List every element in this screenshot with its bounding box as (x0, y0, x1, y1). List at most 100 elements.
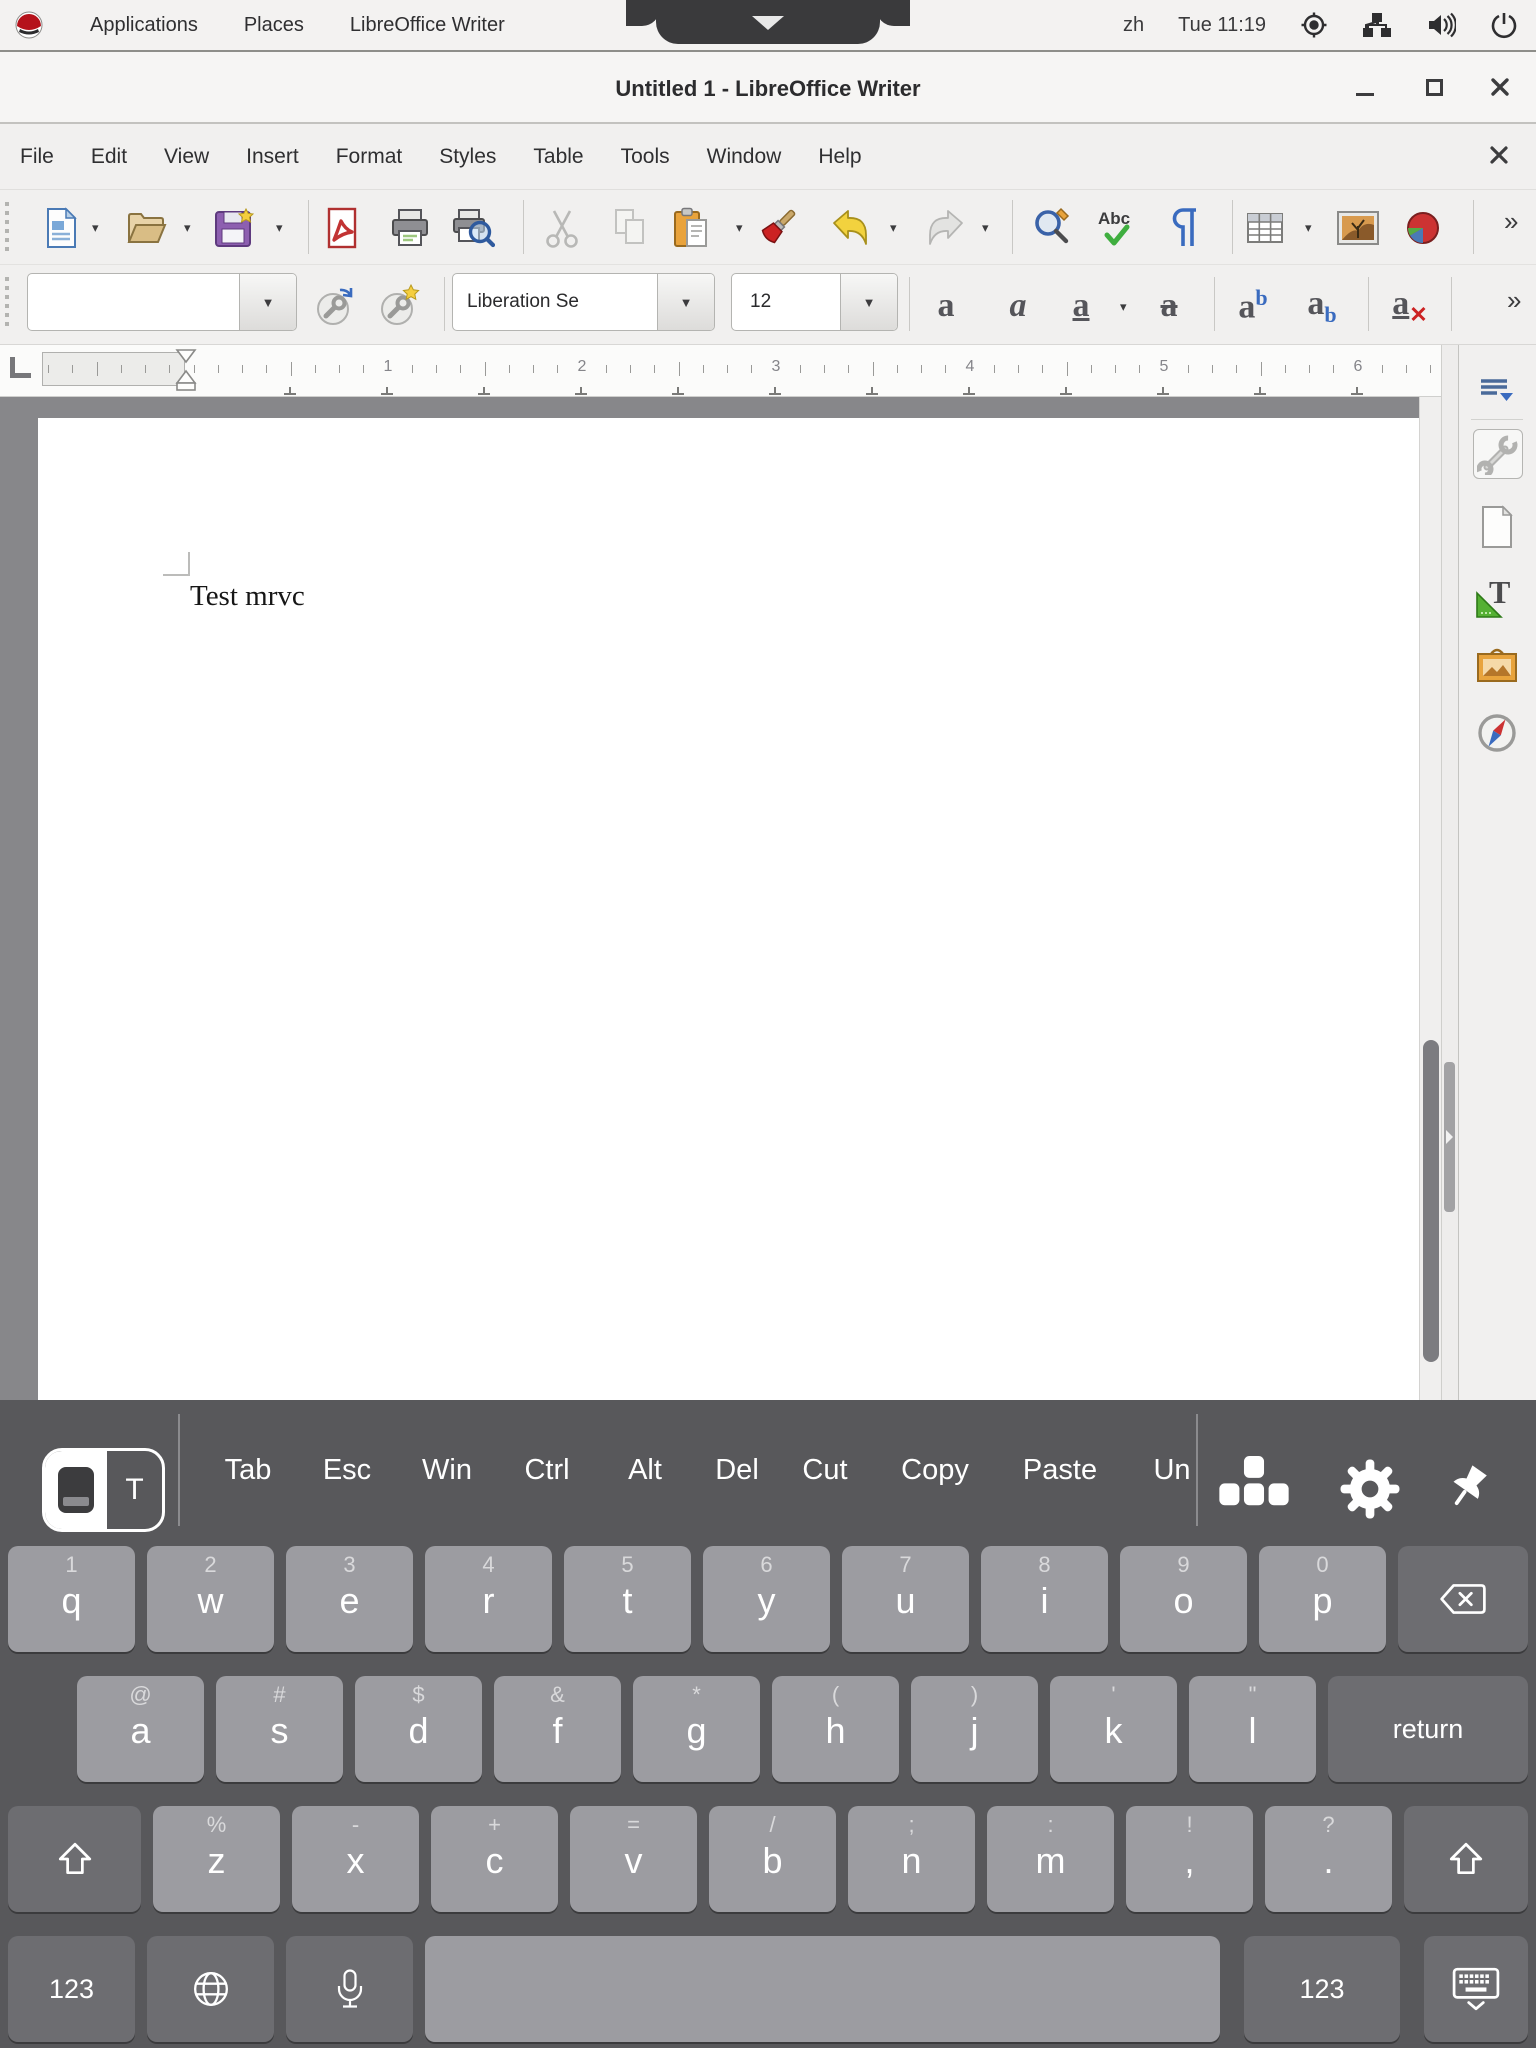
new-document-button[interactable] (36, 202, 86, 254)
strikethrough-button[interactable]: a (1144, 280, 1194, 332)
extra-key-tab[interactable]: Tab (225, 1400, 272, 1540)
key-c[interactable]: +c (431, 1806, 558, 1912)
undo-dropdown[interactable]: ▾ (890, 220, 897, 236)
key-j[interactable]: )j (911, 1676, 1038, 1782)
trackpad-toggle[interactable] (45, 1451, 107, 1529)
menu-file[interactable]: File (20, 145, 54, 169)
key-k[interactable]: 'k (1050, 1676, 1177, 1782)
maximize-button[interactable] (1412, 52, 1456, 122)
copy-button[interactable] (605, 202, 655, 254)
key-f[interactable]: &f (494, 1676, 621, 1782)
extra-key-paste[interactable]: Paste (1023, 1400, 1097, 1540)
find-replace-button[interactable] (1027, 202, 1077, 254)
key-,[interactable]: !, (1126, 1806, 1253, 1912)
menu-insert[interactable]: Insert (246, 145, 299, 169)
minimize-button[interactable] (1343, 52, 1387, 122)
menu-help[interactable]: Help (818, 145, 861, 169)
layout-blocks-icon[interactable] (1219, 1456, 1289, 1518)
insert-image-button[interactable] (1333, 202, 1383, 254)
sidebar-tab-styles[interactable]: T (1473, 573, 1521, 621)
document-area[interactable]: Test mrvc (0, 397, 1419, 1400)
paragraph-style-combo[interactable]: ▼ (27, 273, 297, 331)
toolbar-drag-handle[interactable] (5, 202, 9, 252)
extra-key-cut[interactable]: Cut (802, 1400, 847, 1540)
extra-key-esc[interactable]: Esc (323, 1400, 371, 1540)
open-dropdown[interactable]: ▾ (184, 220, 191, 236)
formatting-overflow-button[interactable]: » (1507, 285, 1521, 316)
font-size-combo[interactable]: 12 ▼ (731, 273, 898, 331)
text-mode-toggle[interactable]: T (107, 1451, 162, 1529)
key-m[interactable]: :m (987, 1806, 1114, 1912)
keyboard-pull-tab[interactable] (656, 0, 880, 44)
spell-check-button[interactable]: Abc (1092, 202, 1142, 254)
tab-type-selector[interactable] (10, 357, 31, 378)
toolbar-overflow-button[interactable]: » (1504, 206, 1518, 237)
key-d[interactable]: $d (355, 1676, 482, 1782)
font-name-dropdown[interactable]: ▼ (657, 274, 714, 330)
orientation-icon[interactable] (1300, 11, 1328, 39)
key-z[interactable]: %z (153, 1806, 280, 1912)
key-n[interactable]: ;n (848, 1806, 975, 1912)
volume-icon[interactable] (1426, 11, 1456, 39)
new-document-dropdown[interactable]: ▾ (92, 220, 99, 236)
key-123[interactable]: 123 (1244, 1936, 1400, 2042)
extra-key-ctrl[interactable]: Ctrl (524, 1400, 569, 1540)
key-.[interactable]: ?. (1265, 1806, 1392, 1912)
topbar-menu-places[interactable]: Places (244, 14, 304, 37)
update-style-button[interactable] (310, 280, 360, 332)
menu-window[interactable]: Window (707, 145, 782, 169)
save-button[interactable] (209, 202, 259, 254)
close-document-button[interactable] (1488, 144, 1510, 171)
insert-table-dropdown[interactable]: ▾ (1305, 220, 1312, 236)
menu-table[interactable]: Table (533, 145, 583, 169)
key-i[interactable]: 8i (981, 1546, 1108, 1652)
sidebar-tab-gallery[interactable] (1473, 641, 1521, 689)
new-style-button[interactable] (374, 280, 424, 332)
bold-button[interactable]: a (921, 280, 971, 332)
topbar-menu-applications[interactable]: Applications (90, 14, 198, 37)
menu-edit[interactable]: Edit (91, 145, 127, 169)
topbar-menu-app[interactable]: LibreOffice Writer (350, 14, 505, 37)
key-u[interactable]: 7u (842, 1546, 969, 1652)
key-space[interactable] (425, 1936, 1220, 2042)
key-mic[interactable] (286, 1936, 413, 2042)
formatting-marks-button[interactable] (1160, 202, 1210, 254)
pin-icon[interactable] (1441, 1460, 1495, 1514)
key-backspace[interactable] (1398, 1546, 1528, 1652)
sidebar-tab-properties[interactable] (1473, 429, 1523, 479)
vertical-scrollbar[interactable] (1419, 397, 1441, 1400)
key-e[interactable]: 3e (286, 1546, 413, 1652)
extra-key-win[interactable]: Win (422, 1400, 472, 1540)
save-dropdown[interactable]: ▾ (276, 220, 283, 236)
extra-key-alt[interactable]: Alt (628, 1400, 662, 1540)
font-size-dropdown[interactable]: ▼ (840, 274, 897, 330)
undo-button[interactable] (826, 202, 876, 254)
network-icon[interactable] (1362, 11, 1392, 39)
scrollbar-thumb[interactable] (1423, 1040, 1439, 1362)
sidebar-settings-button[interactable] (1473, 367, 1521, 415)
horizontal-ruler[interactable]: 123456 (0, 345, 1458, 397)
cut-button[interactable] (537, 202, 587, 254)
extra-key-del[interactable]: Del (715, 1400, 759, 1540)
keyboard-mode-toggle[interactable]: T (42, 1448, 165, 1532)
key-q[interactable]: 1q (8, 1546, 135, 1652)
sidebar-collapse-handle[interactable] (1444, 1062, 1455, 1212)
font-size-value[interactable]: 12 (732, 274, 840, 330)
key-123[interactable]: 123 (8, 1936, 135, 2042)
key-o[interactable]: 9o (1120, 1546, 1247, 1652)
paste-button[interactable] (666, 202, 716, 254)
underline-dropdown[interactable]: ▾ (1120, 299, 1127, 315)
key-shift-right[interactable] (1404, 1806, 1528, 1912)
subscript-button[interactable]: ab (1297, 280, 1347, 332)
distro-logo-icon[interactable] (14, 10, 44, 40)
redo-dropdown[interactable]: ▾ (982, 220, 989, 236)
key-b[interactable]: /b (709, 1806, 836, 1912)
key-keyboard-dismiss[interactable] (1424, 1936, 1528, 2042)
clear-formatting-button[interactable]: a✕ (1385, 280, 1435, 332)
key-s[interactable]: #s (216, 1676, 343, 1782)
key-y[interactable]: 6y (703, 1546, 830, 1652)
paragraph-style-dropdown[interactable]: ▼ (239, 274, 296, 330)
settings-gear-icon[interactable] (1339, 1458, 1401, 1520)
input-language-indicator[interactable]: zh (1123, 14, 1144, 37)
paragraph-text[interactable]: Test mrvc (190, 580, 305, 613)
